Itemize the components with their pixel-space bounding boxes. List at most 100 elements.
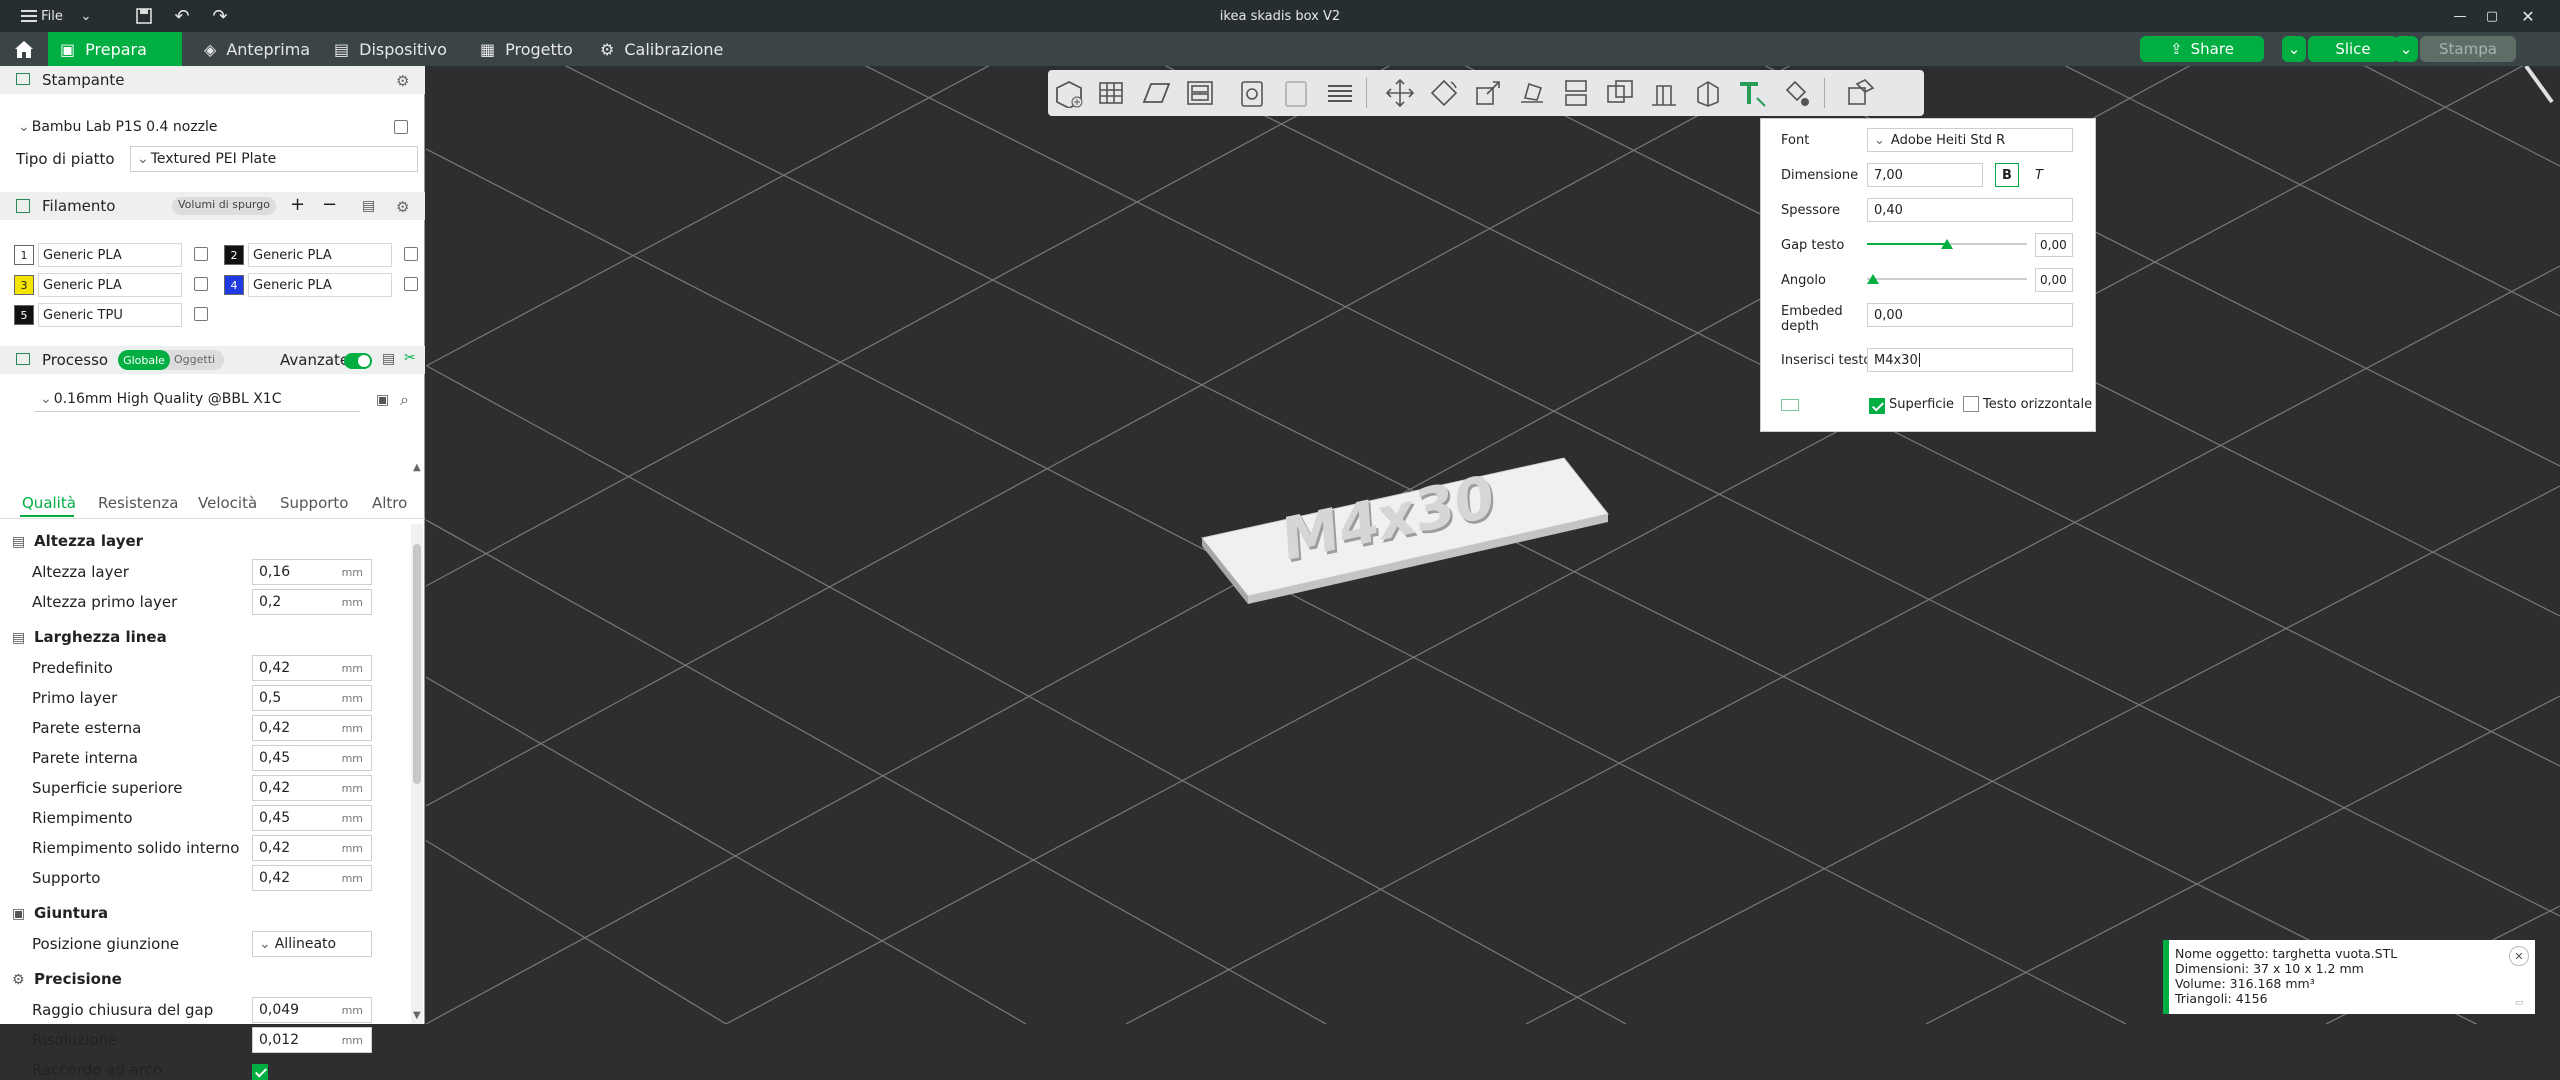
slice-dropdown-icon[interactable]: ⌄	[2282, 36, 2306, 62]
layer-height-input[interactable]: 0,16 mm	[252, 559, 372, 585]
add-plate-icon[interactable]	[1092, 70, 1132, 116]
process-preset-select[interactable]: ⌄ 0.16mm High Quality @BBL X1C	[34, 386, 360, 412]
first-layer-width-input[interactable]: 0,5 mm	[252, 685, 372, 711]
tab-qualita[interactable]: Qualità	[22, 494, 76, 512]
text-input[interactable]: M4x30	[1867, 348, 2073, 372]
remove-filament-icon[interactable]: −	[322, 194, 337, 215]
gap-slider[interactable]	[1867, 239, 2027, 249]
toggle-global[interactable]: Globale	[118, 350, 170, 370]
angle-input[interactable]: 0,00	[2035, 268, 2073, 292]
split-parts-icon[interactable]	[1276, 70, 1316, 116]
wrench-icon[interactable]: ✂	[404, 350, 416, 366]
cut-icon[interactable]	[1556, 70, 1596, 116]
scroll-up-icon[interactable]: ▲	[413, 462, 421, 473]
home-icon[interactable]	[0, 32, 48, 66]
tab-dispositivo[interactable]: ▤ Dispositivo	[322, 32, 459, 66]
default-width-input[interactable]: 0,42 mm	[252, 655, 372, 681]
add-object-icon[interactable]	[1048, 70, 1088, 116]
tab-anteprima[interactable]: ◈ Anteprima	[192, 32, 322, 66]
filament-slot-2[interactable]: 2 Generic PLA	[224, 242, 392, 268]
split-objects-icon[interactable]	[1232, 70, 1272, 116]
angle-slider-handle[interactable]	[1867, 274, 1879, 284]
edit-filament-icon[interactable]	[194, 307, 208, 321]
text-tool-icon[interactable]	[1732, 70, 1772, 116]
arrange-icon[interactable]	[1180, 70, 1220, 116]
support-width-input[interactable]: 0,42 mm	[252, 865, 372, 891]
arc-fitting-checkbox[interactable]	[252, 1063, 268, 1080]
tab-progetto[interactable]: ▦ Progetto	[468, 32, 585, 66]
close-info-icon[interactable]: ✕	[2509, 946, 2529, 966]
save-preset-icon[interactable]: ▣	[376, 392, 389, 408]
add-filament-icon[interactable]: +	[290, 194, 305, 215]
font-select[interactable]: ⌄ Adobe Heiti Std R	[1867, 128, 2073, 152]
tab-resistenza[interactable]: Resistenza	[98, 494, 178, 512]
close-icon[interactable]: ✕	[2516, 0, 2540, 32]
resolution-input[interactable]: 0,012 mm	[252, 1027, 372, 1053]
sync-filament-icon[interactable]: ▤	[362, 198, 375, 214]
size-input[interactable]: 7,00	[1867, 163, 1983, 187]
printer-select[interactable]: ⌄ Bambu Lab P1S 0.4 nozzle	[12, 114, 390, 140]
edit-printer-icon[interactable]	[394, 120, 408, 134]
compare-icon[interactable]: ▤	[382, 351, 395, 367]
file-menu[interactable]: File	[40, 0, 64, 32]
tab-supporto[interactable]: Supporto	[280, 494, 348, 512]
save-icon[interactable]	[132, 0, 156, 32]
maximize-icon[interactable]: ▢	[2480, 0, 2504, 32]
filament-slot-4[interactable]: 4 Generic PLA	[224, 272, 392, 298]
redo-icon[interactable]: ↷	[208, 0, 232, 32]
tab-altro[interactable]: Altro	[372, 494, 407, 512]
thickness-input[interactable]: 0,40	[1867, 198, 2073, 222]
share-button[interactable]: ⇪ Share	[2140, 36, 2264, 62]
edit-filament-icon[interactable]	[404, 277, 418, 291]
filament-settings-gear-icon[interactable]: ⚙	[396, 198, 409, 216]
rotate-icon[interactable]	[1424, 70, 1464, 116]
scroll-down-icon[interactable]: ▼	[413, 1010, 421, 1021]
angle-slider[interactable]	[1867, 274, 2027, 284]
top-surface-input[interactable]: 0,42 mm	[252, 775, 372, 801]
internal-solid-infill-input[interactable]: 0,42 mm	[252, 835, 372, 861]
toggle-objects[interactable]: Oggetti	[174, 353, 215, 366]
assembly-view-icon[interactable]	[1840, 70, 1880, 116]
orient-icon[interactable]	[1136, 70, 1176, 116]
inner-wall-input[interactable]: 0,45 mm	[252, 745, 372, 771]
gap-input[interactable]: 0,00	[2035, 233, 2073, 257]
embedded-depth-input[interactable]: 0,00	[1867, 303, 2073, 327]
corner-axis-icon[interactable]	[2518, 66, 2558, 106]
edit-filament-icon[interactable]	[404, 247, 418, 261]
layers-variable-icon[interactable]	[1320, 70, 1360, 116]
hamburger-menu-icon[interactable]	[18, 0, 40, 32]
undo-icon[interactable]: ↶	[170, 0, 194, 32]
advanced-toggle[interactable]	[344, 353, 372, 369]
minimize-icon[interactable]: —	[2448, 0, 2472, 32]
filament-slot-5[interactable]: 5 Generic TPU	[14, 302, 182, 328]
scale-icon[interactable]	[1468, 70, 1508, 116]
gap-closing-input[interactable]: 0,049 mm	[252, 997, 372, 1023]
edit-filament-icon[interactable]	[194, 247, 208, 261]
italic-toggle[interactable]: T	[2027, 163, 2051, 187]
plate-type-select[interactable]: ⌄ Textured PEI Plate	[130, 146, 418, 172]
slice-button[interactable]: Slice	[2308, 36, 2398, 62]
keyboard-icon[interactable]	[1781, 399, 1799, 411]
tab-calibrazione[interactable]: ⚙ Calibrazione	[588, 32, 735, 66]
scrollbar-track[interactable]	[411, 524, 423, 1024]
printer-settings-gear-icon[interactable]: ⚙	[396, 72, 409, 90]
seam-paint-icon[interactable]	[1688, 70, 1728, 116]
lay-on-face-icon[interactable]	[1512, 70, 1552, 116]
print-button[interactable]: Stampa	[2420, 36, 2516, 62]
filament-slot-3[interactable]: 3 Generic PLA	[14, 272, 182, 298]
edit-filament-icon[interactable]	[194, 277, 208, 291]
horizontal-text-checkbox[interactable]	[1963, 396, 1979, 412]
seam-position-select[interactable]: ⌄ Allineato	[252, 931, 372, 957]
filament-slot-1[interactable]: 1 Generic PLA	[14, 242, 182, 268]
color-paint-icon[interactable]	[1776, 70, 1816, 116]
purge-volumes-button[interactable]: Volumi di spurgo	[172, 197, 276, 215]
tab-prepara[interactable]: ▣ Prepara	[48, 32, 182, 66]
print-dropdown-icon[interactable]: ⌄	[2394, 36, 2418, 62]
surface-checkbox[interactable]	[1869, 397, 1885, 414]
search-icon[interactable]: ⌕	[400, 390, 409, 410]
first-layer-height-input[interactable]: 0,2 mm	[252, 589, 372, 615]
tab-velocita[interactable]: Velocità	[198, 494, 257, 512]
gap-slider-handle[interactable]	[1941, 239, 1953, 249]
scrollbar-thumb[interactable]	[413, 544, 421, 784]
dropdown-icon[interactable]: ⌄	[76, 0, 96, 32]
